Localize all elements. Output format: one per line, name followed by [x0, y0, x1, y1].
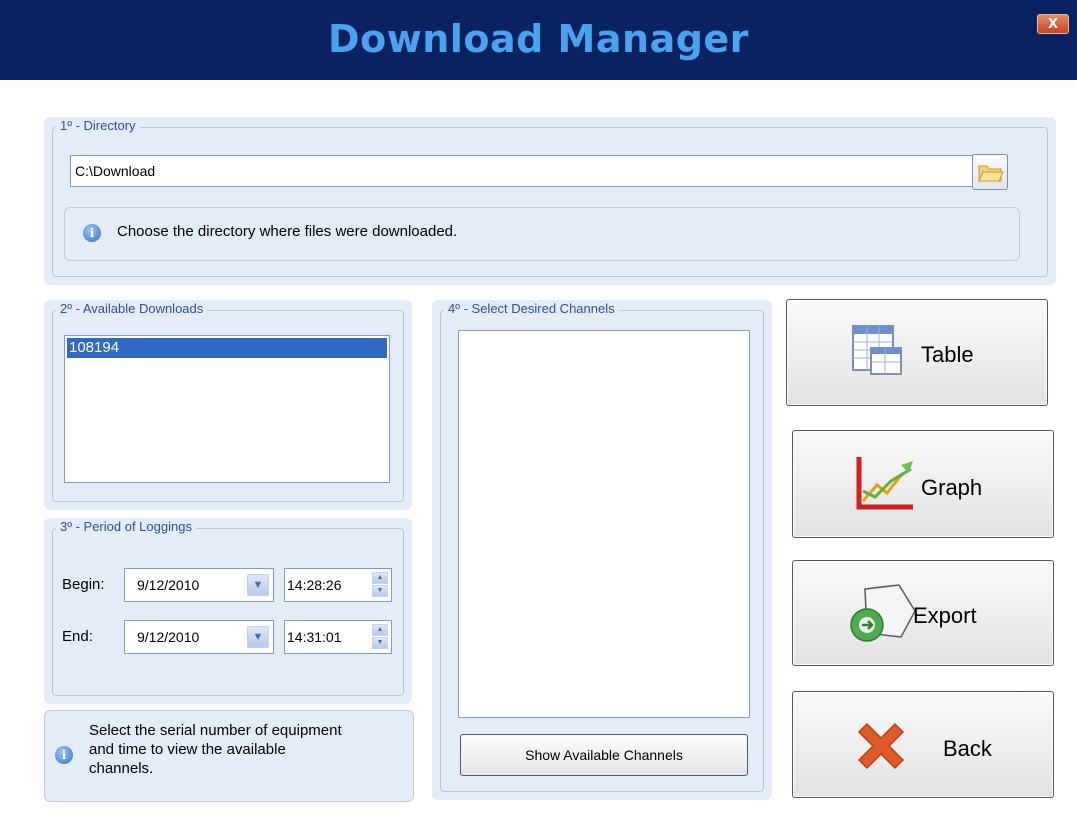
begin-label: Begin:: [62, 576, 105, 593]
end-time-value: 14:31:01: [287, 629, 342, 645]
spin-down-icon[interactable]: ▼: [372, 637, 388, 649]
list-item[interactable]: 108194: [67, 338, 387, 358]
end-time-picker[interactable]: 14:31:01 ▲ ▼: [284, 620, 392, 654]
end-date-value: 9/12/2010: [137, 629, 200, 645]
begin-date-value: 9/12/2010: [137, 577, 200, 593]
channels-list[interactable]: [458, 330, 750, 718]
begin-date-picker[interactable]: 9/12/2010 ▼: [124, 568, 274, 602]
back-button[interactable]: Back: [792, 691, 1054, 798]
hint-line-1: Select the serial number of equipment: [89, 722, 342, 739]
export-button[interactable]: Export: [792, 560, 1054, 666]
downloads-group: 2º - Available Downloads 108194: [44, 300, 412, 510]
chevron-down-icon: ▼: [252, 631, 264, 643]
spin-up-icon[interactable]: ▲: [372, 572, 388, 584]
end-time-spinner[interactable]: ▲ ▼: [372, 624, 388, 650]
spin-up-icon[interactable]: ▲: [372, 624, 388, 636]
begin-time-value: 14:28:26: [287, 577, 342, 593]
show-channels-label: Show Available Channels: [525, 747, 683, 763]
graph-icon: [856, 457, 913, 510]
directory-info-text: Choose the directory where files were do…: [117, 223, 458, 240]
browse-folder-button[interactable]: [972, 154, 1008, 190]
spin-down-icon[interactable]: ▼: [372, 585, 388, 597]
period-legend: 3º - Period of Loggings: [56, 518, 196, 536]
channels-group: 4º - Select Desired Channels Show Availa…: [432, 300, 772, 800]
end-label: End:: [62, 628, 93, 645]
table-button-label: Table: [921, 342, 974, 367]
info-icon: i: [55, 746, 73, 764]
channels-legend: 4º - Select Desired Channels: [444, 300, 619, 318]
close-button[interactable]: X: [1037, 14, 1069, 34]
table-icon: [852, 325, 902, 375]
begin-date-dropdown[interactable]: ▼: [247, 574, 269, 596]
period-group: 3º - Period of Loggings Begin: 9/12/2010…: [44, 518, 412, 704]
graph-button-label: Graph: [921, 475, 983, 500]
back-button-label: Back: [943, 736, 992, 761]
directory-legend: 1º - Directory: [56, 117, 140, 135]
directory-path-input[interactable]: [70, 155, 1008, 187]
folder-icon: [978, 165, 1004, 182]
hint-line-3: channels.: [89, 760, 154, 777]
title-bar: Download Manager X: [0, 0, 1077, 80]
period-frame: [52, 528, 404, 696]
close-icon: X: [1047, 17, 1059, 32]
downloads-list[interactable]: 108194: [64, 335, 390, 483]
hint-box: i Select the serial number of equipment …: [44, 710, 414, 802]
end-date-dropdown[interactable]: ▼: [247, 626, 269, 648]
directory-info-box: i Choose the directory where files were …: [64, 207, 1020, 261]
graph-button[interactable]: Graph: [792, 430, 1054, 538]
close-x-icon: [857, 722, 905, 770]
export-icon: [850, 584, 916, 642]
window-title: Download Manager: [328, 17, 749, 61]
show-available-channels-button[interactable]: Show Available Channels: [460, 734, 748, 776]
info-icon: i: [83, 224, 101, 242]
hint-text: Select the serial number of equipment an…: [89, 721, 342, 778]
chevron-down-icon: ▼: [252, 579, 264, 591]
end-date-picker[interactable]: 9/12/2010 ▼: [124, 620, 274, 654]
export-button-label: Export: [913, 603, 977, 628]
table-button[interactable]: Table: [786, 299, 1048, 406]
hint-line-2: and time to view the available: [89, 741, 286, 758]
downloads-legend: 2º - Available Downloads: [56, 300, 208, 318]
directory-group: 1º - Directory i Choose the directory wh…: [44, 117, 1056, 285]
begin-time-spinner[interactable]: ▲ ▼: [372, 572, 388, 598]
begin-time-picker[interactable]: 14:28:26 ▲ ▼: [284, 568, 392, 602]
